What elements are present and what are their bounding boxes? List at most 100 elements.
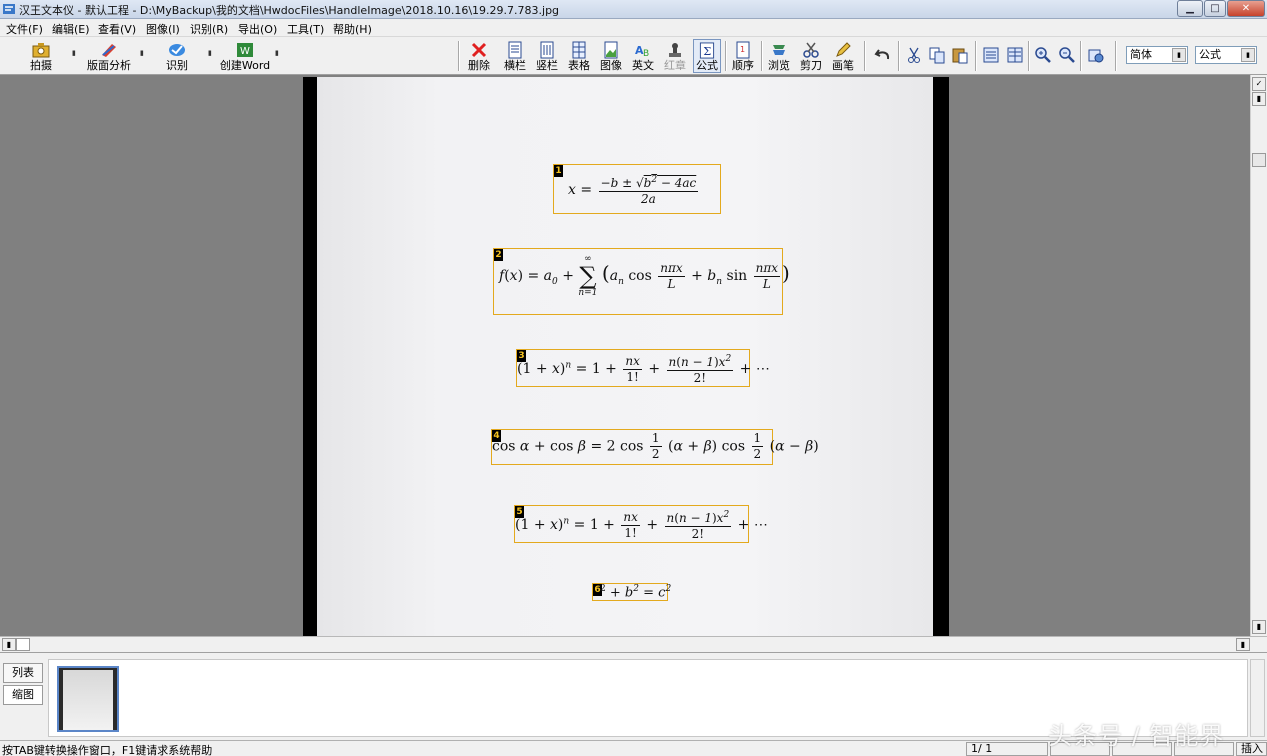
svg-text:B: B — [643, 49, 649, 59]
pen-button[interactable]: 画笔 — [830, 39, 856, 73]
scroll-down-icon[interactable]: ▮ — [1252, 620, 1266, 634]
copy-icon[interactable] — [928, 46, 946, 64]
formula-region-4[interactable]: 4 cos α + cos β = 2 cos 12 (α + β) cos 1… — [491, 429, 819, 465]
menu-recognize[interactable]: 识别(R) — [190, 21, 228, 37]
scissors-icon — [803, 42, 819, 58]
scroll-right-icon[interactable]: ▮ — [1236, 638, 1250, 651]
english-button[interactable]: AB 英文 — [630, 39, 656, 73]
zoom-in-icon[interactable] — [1034, 46, 1052, 64]
app-icon — [3, 4, 15, 14]
formula-6: 2 + b2 = c2 — [600, 584, 672, 601]
image-button[interactable]: 图像 — [598, 39, 624, 73]
watermark: 头条号 / 智能界 — [1048, 722, 1225, 750]
stamp-button[interactable]: 红章 — [662, 39, 688, 73]
table-icon — [572, 41, 586, 59]
menu-tools[interactable]: 工具(T) — [287, 21, 324, 37]
delete-icon — [471, 42, 487, 58]
maximize-button[interactable]: □ — [1204, 0, 1226, 17]
create-word-button[interactable]: W 创建Word — [220, 39, 270, 73]
recognize-icon — [169, 44, 185, 56]
menu-image[interactable]: 图像(I) — [146, 21, 180, 37]
menu-help[interactable]: 帮助(H) — [333, 21, 372, 37]
word-dropdown-icon[interactable]: ▮ — [275, 49, 281, 58]
formula-5: (1 + x)n = 1 + nx 1! + n(n − 1)x2 2! + ⋯ — [515, 509, 768, 542]
recognize-button[interactable]: 识别 — [162, 39, 192, 73]
capture-dropdown-icon[interactable]: ▮ — [72, 49, 78, 58]
browse-icon — [773, 45, 785, 55]
page-thumbnail[interactable] — [57, 666, 119, 732]
menu-view[interactable]: 查看(V) — [98, 21, 136, 37]
toolbar-separator — [898, 41, 900, 71]
table-button[interactable]: 表格 — [566, 39, 592, 73]
formula-region-2[interactable]: 2 f(x) = a0 + ∞ ∑ n=1 (an cos nπx L + bn si… — [493, 248, 790, 315]
formula-region-3[interactable]: 3 (1 + x)n = 1 + nx 1! + n(n − 1)x2 2! + ⋯ — [516, 349, 770, 387]
title-bar: 汉王文本仪 - 默认工程 - D:\MyBackup\我的文档\HwdocFil… — [0, 0, 1267, 19]
pen-icon — [836, 42, 851, 57]
formula-icon: Σ — [699, 42, 715, 59]
close-button[interactable]: ✕ — [1227, 0, 1265, 17]
insert-mode-indicator: 插入 — [1236, 742, 1267, 756]
scroll-thumb-horizontal[interactable] — [16, 638, 30, 651]
layout-dropdown-icon[interactable]: ▮ — [140, 49, 146, 58]
tab-thumbnail[interactable]: 缩图 — [3, 685, 43, 705]
formula-region-1[interactable]: 1 x = −b ± √b2 − 4ac 2a — [553, 164, 721, 214]
toolbar-separator — [725, 41, 727, 71]
scroll-left-icon[interactable]: ▮ — [2, 638, 16, 651]
menu-edit[interactable]: 编辑(E) — [52, 21, 90, 37]
chevron-down-icon: ▮ — [1172, 48, 1186, 62]
thumbnail-scrollbar[interactable] — [1250, 659, 1265, 737]
single-page-icon[interactable] — [982, 46, 1000, 64]
horizontal-column-button[interactable]: 横栏 — [502, 39, 528, 73]
menu-bar: 文件(F) 编辑(E) 查看(V) 图像(I) 识别(R) 导出(O) 工具(T… — [0, 19, 1267, 37]
layout-analysis-icon — [102, 44, 116, 57]
formula-4: cos α + cos β = 2 cos 12 (α + β) cos 12 … — [492, 431, 819, 461]
svg-text:1: 1 — [740, 45, 745, 54]
double-page-icon[interactable] — [1006, 46, 1024, 64]
order-icon: 1 — [736, 41, 750, 59]
formula-region-5[interactable]: 5 (1 + x)n = 1 + nx 1! + n(n − 1)x2 2! + ⋯ — [514, 505, 768, 543]
camera-icon — [32, 43, 50, 58]
checkbox-icon[interactable]: ✓ — [1252, 77, 1266, 91]
settings-icon[interactable] — [1087, 46, 1105, 64]
order-button[interactable]: 1 顺序 — [730, 39, 756, 73]
toolbar-separator — [1115, 41, 1117, 71]
formula-region-6[interactable]: 6 2 + b2 = c2 — [592, 583, 672, 601]
tab-list[interactable]: 列表 — [3, 663, 43, 683]
mode-combo[interactable]: 公式 ▮ — [1195, 46, 1257, 64]
paste-icon[interactable] — [951, 46, 969, 64]
recognize-dropdown-icon[interactable]: ▮ — [208, 49, 214, 58]
toolbar-separator — [1080, 41, 1082, 71]
undo-icon[interactable] — [874, 46, 892, 64]
status-help-text: 按TAB键转换操作窗口，F1键请求系统帮助 — [2, 744, 213, 756]
vertical-scrollbar[interactable]: ✓ ▮ ▮ — [1250, 75, 1267, 636]
browse-button[interactable]: 浏览 — [766, 39, 792, 73]
formula-3: (1 + x)n = 1 + nx 1! + n(n − 1)x2 2! + ⋯ — [517, 353, 770, 386]
cut-clipboard-icon[interactable] — [906, 46, 924, 64]
stamp-icon — [669, 43, 681, 57]
word-icon: W — [237, 43, 253, 57]
cut-button[interactable]: 剪刀 — [798, 39, 824, 73]
menu-file[interactable]: 文件(F) — [6, 21, 43, 37]
svg-text:W: W — [240, 46, 250, 57]
window-title: 汉王文本仪 - 默认工程 - D:\MyBackup\我的文档\HwdocFil… — [19, 4, 560, 17]
delete-button[interactable]: 删除 — [466, 39, 492, 73]
toolbar-separator — [761, 41, 763, 71]
zoom-out-icon[interactable] — [1058, 46, 1076, 64]
scroll-thumb[interactable] — [1252, 153, 1266, 167]
toolbar-separator — [1028, 41, 1030, 71]
svg-text:Σ: Σ — [703, 44, 711, 58]
vertical-column-button[interactable]: 竖栏 — [534, 39, 560, 73]
menu-export[interactable]: 导出(O) — [238, 21, 277, 37]
scroll-up-icon[interactable]: ▮ — [1252, 92, 1266, 106]
horizontal-column-icon — [508, 41, 522, 59]
layout-analysis-button[interactable]: 版面分析 — [86, 39, 132, 73]
toolbar: 拍摄 ▮ 版面分析 ▮ 识别 ▮ W 创建Word ▮ 删除 横栏 竖栏 表格 … — [0, 37, 1267, 75]
font-combo[interactable]: 简体 ▮ — [1126, 46, 1188, 64]
horizontal-scrollbar[interactable]: ▮ ▮ — [0, 636, 1267, 652]
page-indicator: 1/ 1 — [966, 742, 1048, 756]
capture-button[interactable]: 拍摄 — [26, 39, 56, 73]
formula-button[interactable]: Σ 公式 — [693, 39, 721, 73]
minimize-button[interactable]: ▁ — [1177, 0, 1203, 17]
document-view: 1 x = −b ± √b2 − 4ac 2a 2 f(x) = a0 + ∞ ∑ n… — [0, 75, 1267, 636]
english-icon: AB — [635, 44, 649, 59]
